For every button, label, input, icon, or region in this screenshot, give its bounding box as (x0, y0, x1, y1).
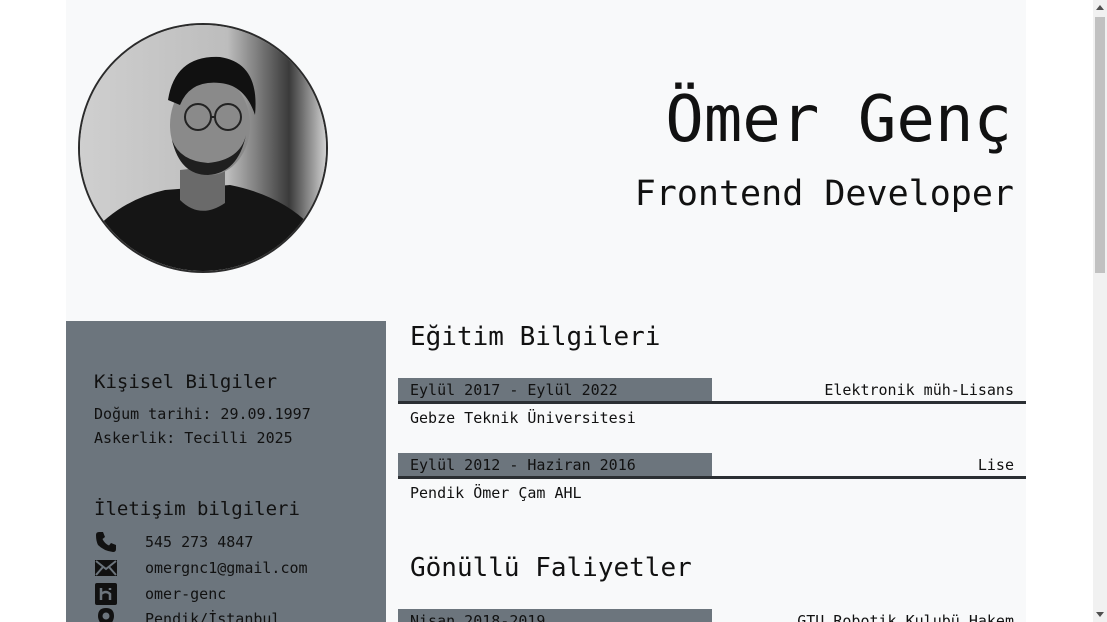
entry-school: Pendik Ömer Çam AHL (410, 484, 582, 502)
education-entry: Eylül 2012 - Haziran 2016 Lise Pendik Öm… (398, 453, 1026, 503)
profile-photo (78, 23, 328, 273)
github-link[interactable]: omer-genc (145, 584, 226, 604)
entry-date: Eylül 2017 - Eylül 2022 (398, 378, 712, 401)
birth-date: Doğum tarihi: 29.09.1997 (94, 405, 311, 423)
github-icon (94, 582, 118, 606)
entry-role: GTU Robotik Kulubü Hakem (797, 612, 1014, 622)
contact-email: omergnc1@gmail.com (94, 556, 374, 580)
contact-github: omer-genc (94, 582, 374, 606)
phone-icon (94, 530, 118, 554)
entry-header-bar: Nisan 2018-2019 GTU Robotik Kulubü Hakem (398, 609, 1026, 622)
mail-icon (94, 556, 118, 580)
personal-info-heading: Kişisel Bilgiler (94, 371, 278, 393)
contact-phone: 545 273 4847 (94, 530, 374, 554)
location-pin-icon (94, 607, 118, 622)
vertical-scrollbar[interactable] (1093, 0, 1107, 622)
person-name: Ömer Genç (665, 83, 1012, 157)
entry-header-bar: Eylül 2017 - Eylül 2022 Elektronik müh-L… (398, 378, 1026, 404)
job-title: Frontend Developer (634, 174, 1014, 214)
entry-date: Nisan 2018-2019 (398, 609, 712, 622)
contact-location: Pendik/İstanbul (94, 607, 374, 622)
scroll-up-arrow-icon[interactable] (1096, 5, 1104, 10)
entry-school: Gebze Teknik Üniversitesi (410, 409, 636, 427)
phone-number[interactable]: 545 273 4847 (145, 532, 253, 552)
education-heading: Eğitim Bilgileri (410, 322, 661, 352)
profile-photo-image (80, 25, 326, 271)
email-link[interactable]: omergnc1@gmail.com (145, 558, 308, 578)
entry-header-bar: Eylül 2012 - Haziran 2016 Lise (398, 453, 1026, 479)
sidebar: Kişisel Bilgiler Doğum tarihi: 29.09.199… (66, 321, 386, 622)
education-entry: Eylül 2017 - Eylül 2022 Elektronik müh-L… (398, 378, 1026, 428)
contact-info-heading: İletişim bilgileri (94, 498, 300, 520)
browser-viewport: Ömer Genç Frontend Developer Kişisel Bil… (0, 0, 1107, 622)
location-text: Pendik/İstanbul (145, 610, 281, 622)
scrollbar-thumb[interactable] (1095, 17, 1105, 273)
volunteer-entry: Nisan 2018-2019 GTU Robotik Kulubü Hakem (398, 609, 1026, 622)
entry-date: Eylül 2012 - Haziran 2016 (398, 453, 712, 476)
scroll-down-arrow-icon[interactable] (1096, 612, 1104, 617)
entry-degree: Elektronik müh-Lisans (824, 381, 1014, 399)
volunteer-heading: Gönüllü Faliyetler (410, 553, 692, 583)
entry-degree: Lise (977, 456, 1014, 474)
military-status: Askerlik: Tecilli 2025 (94, 429, 293, 447)
cv-page: Ömer Genç Frontend Developer Kişisel Bil… (66, 0, 1026, 622)
